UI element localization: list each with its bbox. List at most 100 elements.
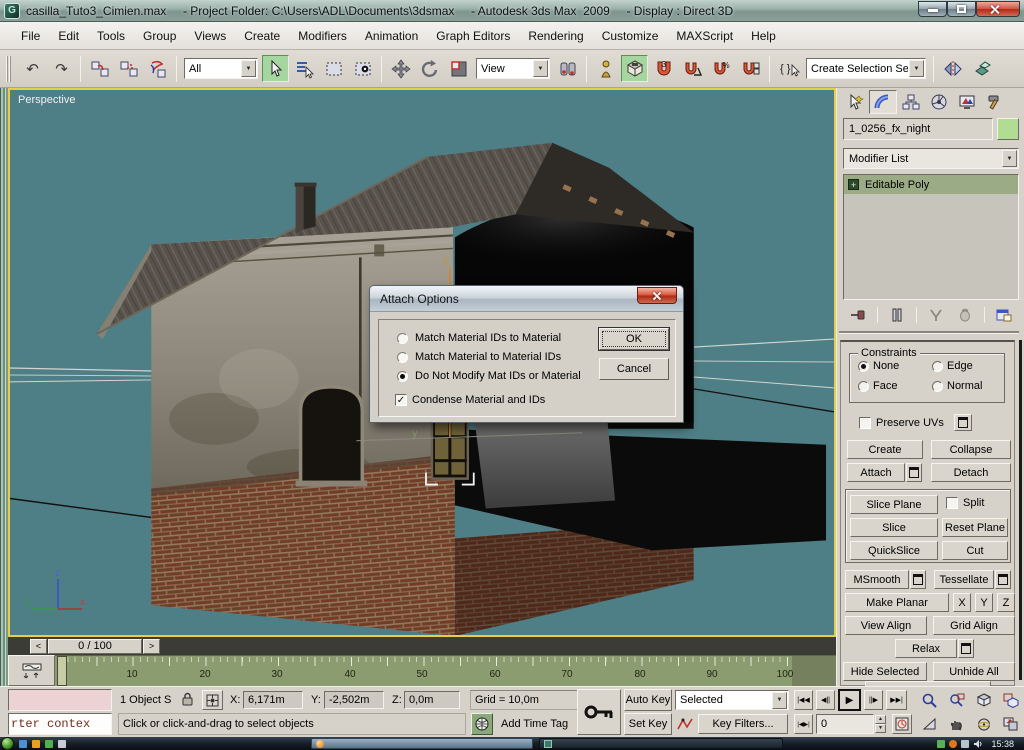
tab-display[interactable]	[953, 90, 981, 114]
pan-button[interactable]	[944, 713, 969, 735]
key-mode-toggle-button[interactable]: |◀▶|	[794, 714, 813, 734]
rectangular-selection-region-button[interactable]	[320, 55, 347, 82]
frame-spinner[interactable]: ▲▼	[875, 715, 886, 733]
attach-button[interactable]: Attach	[847, 463, 905, 482]
tray-icon-2[interactable]	[949, 740, 957, 748]
dialog-close-button[interactable]	[637, 287, 677, 304]
menu-maxscript[interactable]: MAXScript	[667, 25, 742, 47]
menu-group[interactable]: Group	[134, 25, 185, 47]
modifier-list-dropdown[interactable]: Modifier List ▼	[843, 148, 1019, 169]
bind-to-space-warp-button[interactable]	[144, 55, 171, 82]
select-and-manipulate-button[interactable]	[554, 55, 581, 82]
make-planar-button[interactable]: Make Planar	[845, 593, 949, 612]
preserve-uvs-settings-button[interactable]	[954, 414, 972, 431]
tessellate-settings-button[interactable]	[995, 570, 1011, 589]
object-color-swatch[interactable]	[997, 118, 1019, 140]
modifier-stack[interactable]: + Editable Poly	[843, 174, 1019, 300]
select-and-move-button[interactable]	[387, 55, 414, 82]
selection-lock-toggle[interactable]	[181, 692, 194, 709]
zoom-extents-all-button[interactable]	[998, 689, 1023, 711]
configure-modifier-sets-button[interactable]	[994, 306, 1014, 324]
current-frame-field[interactable]: 0	[816, 714, 874, 734]
ok-button[interactable]: OK	[599, 328, 669, 350]
toolbar-grip[interactable]	[6, 56, 12, 82]
open-mini-curve-editor-button[interactable]	[8, 655, 55, 686]
mirror-button[interactable]	[939, 55, 966, 82]
undo-button[interactable]: ↶	[19, 55, 46, 82]
add-time-tag[interactable]: Add Time Tag	[497, 714, 586, 734]
constraint-face-radio[interactable]: Face	[858, 380, 897, 392]
isolation-mode-button[interactable]	[471, 713, 493, 735]
slice-plane-button[interactable]: Slice Plane	[850, 495, 938, 514]
coord-x-field[interactable]: 6,171m	[243, 691, 303, 709]
cut-button[interactable]: Cut	[942, 541, 1008, 560]
tab-utilities[interactable]	[981, 90, 1009, 114]
window-crossing-button[interactable]	[349, 55, 376, 82]
maxscript-mini-listener-macro[interactable]	[8, 689, 112, 711]
zoom-extents-button[interactable]	[971, 689, 996, 711]
planar-y-button[interactable]: Y	[975, 593, 993, 612]
menu-modifiers[interactable]: Modifiers	[289, 25, 356, 47]
grid-align-button[interactable]: Grid Align	[933, 616, 1015, 635]
quicklaunch-icon-3[interactable]	[45, 740, 53, 748]
reset-plane-button[interactable]: Reset Plane	[942, 518, 1008, 537]
taskbar-window-button-1[interactable]	[311, 738, 533, 749]
arc-rotate-button[interactable]	[971, 713, 996, 735]
menu-tools[interactable]: Tools	[88, 25, 134, 47]
menu-animation[interactable]: Animation	[356, 25, 427, 47]
spinner-snap-button[interactable]	[737, 55, 764, 82]
titlebar[interactable]: G casilla_Tuto3_Cimien.max - Project Fol…	[0, 0, 1024, 22]
menu-edit[interactable]: Edit	[49, 25, 88, 47]
split-checkbox[interactable]	[946, 497, 958, 509]
redo-button[interactable]: ↷	[48, 55, 75, 82]
next-frame-button[interactable]: ||▶	[864, 690, 883, 710]
tray-icon-1[interactable]	[937, 740, 945, 748]
reference-coordinate-dropdown[interactable]: View ▼	[476, 58, 550, 79]
current-frame-marker[interactable]	[57, 656, 67, 686]
time-slider-prev-button[interactable]: <	[30, 639, 47, 654]
select-object-button[interactable]	[262, 55, 289, 82]
make-unique-button[interactable]	[926, 306, 946, 324]
condense-material-checkbox[interactable]: ✓ Condense Material and IDs	[395, 394, 545, 406]
go-to-start-button[interactable]: |◀◀	[794, 690, 813, 710]
planar-z-button[interactable]: Z	[997, 593, 1015, 612]
taskbar-window-button-2[interactable]	[539, 738, 783, 749]
collapse-button[interactable]: Collapse	[931, 440, 1011, 459]
select-and-link-button[interactable]	[86, 55, 113, 82]
quicklaunch-icon-2[interactable]	[32, 740, 40, 748]
key-mode-dropdown[interactable]: Selected ▼	[675, 690, 789, 710]
set-key-button[interactable]: Set Key	[624, 713, 672, 735]
volume-icon[interactable]	[973, 739, 983, 749]
coord-z-field[interactable]: 0,0m	[404, 691, 460, 709]
time-slider-next-button[interactable]: >	[143, 639, 160, 654]
unhide-all-button[interactable]: Unhide All	[933, 662, 1015, 681]
menu-views[interactable]: Views	[185, 25, 235, 47]
restore-button[interactable]	[947, 1, 976, 17]
tab-create[interactable]	[841, 90, 869, 114]
select-by-name-button[interactable]	[291, 55, 318, 82]
percent-snap-button[interactable]: %	[708, 55, 735, 82]
edit-named-selection-sets-button[interactable]: { }	[775, 55, 802, 82]
cancel-button[interactable]: Cancel	[599, 358, 669, 380]
menu-rendering[interactable]: Rendering	[519, 25, 592, 47]
remove-modifier-button[interactable]	[955, 306, 975, 324]
view-align-button[interactable]: View Align	[845, 616, 927, 635]
align-button[interactable]	[968, 55, 995, 82]
quicklaunch-icon-4[interactable]	[58, 740, 66, 748]
tab-hierarchy[interactable]	[897, 90, 925, 114]
preserve-uvs-checkbox[interactable]	[859, 417, 871, 429]
planar-x-button[interactable]: X	[953, 593, 971, 612]
set-keys-button[interactable]	[577, 689, 621, 735]
slice-button[interactable]: Slice	[850, 518, 938, 537]
relax-button[interactable]: Relax	[895, 639, 957, 658]
tray-icon-3[interactable]	[961, 740, 969, 748]
menu-graph-editors[interactable]: Graph Editors	[427, 25, 519, 47]
absolute-offset-mode-button[interactable]	[202, 690, 223, 710]
angle-snap-button[interactable]: 3	[650, 55, 677, 82]
snaps-toggle-button[interactable]	[621, 55, 648, 82]
play-button[interactable]: ▶	[838, 689, 861, 711]
maximize-viewport-toggle[interactable]	[998, 713, 1023, 735]
unlink-selection-button[interactable]	[115, 55, 142, 82]
time-slider[interactable]: 0 / 100	[48, 639, 142, 654]
menu-customize[interactable]: Customize	[593, 25, 668, 47]
